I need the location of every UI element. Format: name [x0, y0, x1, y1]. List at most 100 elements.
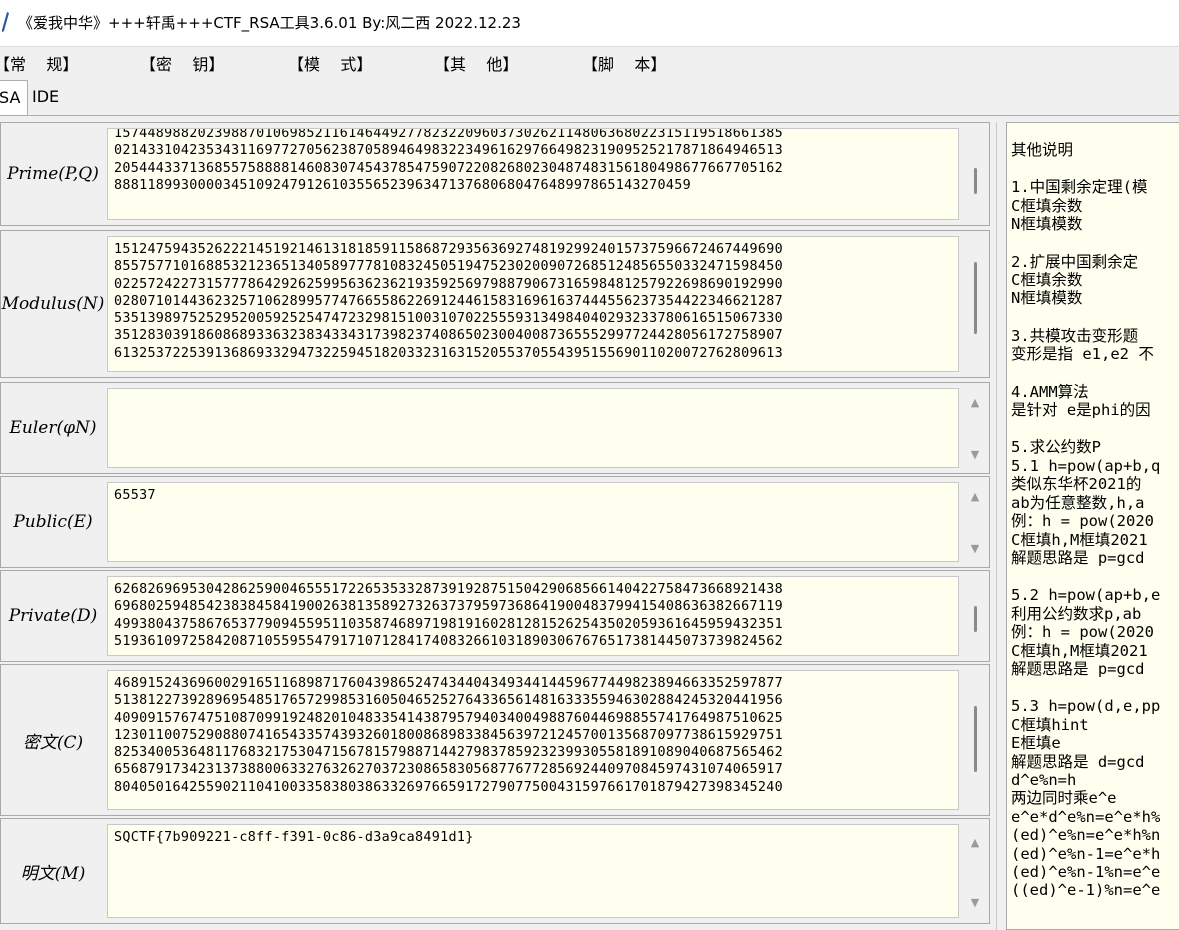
modulus-label: Modulus(N): [1, 294, 105, 314]
plain-label: 明文(M): [20, 863, 86, 884]
notes-line: N框填模数: [1011, 215, 1083, 234]
public-label: Public(E): [13, 512, 93, 532]
notes-line: 是针对 e是phi的因: [1011, 401, 1151, 420]
menu-mode[interactable]: 【模 式】: [288, 51, 372, 75]
euler-scrollbar[interactable]: ▲ ▼: [963, 388, 987, 468]
notes-line: 5.1 h=pow(ap+b,q: [1011, 456, 1161, 475]
modulus-scrollbar[interactable]: [963, 236, 987, 372]
notes-line: 4.AMM算法: [1011, 382, 1089, 401]
notes-line: (ed)^e%n-1=e^e*h: [1011, 844, 1161, 863]
euler-label: Euler(φN): [9, 418, 97, 438]
notes-blank-line: [1011, 308, 1160, 327]
notes-line: 变形是指 e1,e2 不: [1011, 345, 1154, 364]
tab-rsa[interactable]: SA: [0, 80, 28, 116]
private-row: Private(D) 62682696953042862590046555172…: [0, 570, 990, 662]
notes-panel[interactable]: 其他说明 1.中国剩余定理(模 C框填余数 N框填模数 2.扩展中国剩余定 C框填余数 N框…: [1006, 122, 1179, 930]
notes-line: 1.中国剩余定理(模: [1011, 178, 1148, 197]
plain-scroll-up-icon[interactable]: ▲: [968, 837, 982, 848]
plain-value: SQCTF{7b909221-c8ff-f391-0c86-d3a9ca8491…: [114, 830, 474, 845]
notes-line: C框填h,M框填2021: [1011, 641, 1148, 660]
title-bar: 《爱我中华》+++轩禹+++CTF_RSA工具3.6.01 By:风二西 202…: [0, 0, 1179, 46]
notes-line: C框填余数: [1011, 196, 1083, 215]
private-field[interactable]: 6268269695304286259004655517226535332873…: [107, 576, 959, 656]
notes-line: e^e*d^e%n=e^e*h%: [1011, 807, 1161, 826]
cipher-label: 密文(C): [22, 732, 84, 753]
euler-scroll-down-icon[interactable]: ▼: [968, 449, 982, 460]
notes-line: 2.扩展中国剩余定: [1011, 252, 1139, 271]
tab-ide[interactable]: IDE: [28, 84, 68, 112]
euler-scroll-up-icon[interactable]: ▲: [968, 397, 982, 408]
notes-line: 5.3 h=pow(d,e,pp: [1011, 697, 1161, 716]
modulus-field[interactable]: 1512475943526222145192146131818591158687…: [107, 236, 959, 372]
notes-blank-line: [1011, 678, 1160, 697]
menu-bar: 【常 规】 【密 钥】 【模 式】 【其 他】 【脚 本】: [0, 46, 1179, 77]
public-field[interactable]: 65537: [107, 482, 959, 562]
private-scroll-thumb[interactable]: [974, 606, 977, 632]
plain-field[interactable]: SQCTF{7b909221-c8ff-f391-0c86-d3a9ca8491…: [107, 824, 959, 918]
notes-blank-line: [1011, 567, 1160, 586]
modulus-scroll-thumb[interactable]: [974, 262, 977, 334]
modulus-value: 1512475943526222145192146131818591158687…: [114, 242, 783, 361]
notes-line: 利用公约数求p,ab: [1011, 604, 1142, 623]
notes-line: ((ed)^e-1)%n=e^e: [1011, 881, 1161, 900]
notes-line: ab为任意整数,h,a: [1011, 493, 1145, 512]
public-scrollbar[interactable]: ▲ ▼: [963, 482, 987, 562]
notes-line: 其他说明: [1011, 141, 1074, 159]
app-icon: [2, 12, 9, 32]
private-label: Private(D): [8, 606, 98, 626]
prime-scrollbar[interactable]: [963, 128, 987, 220]
menu-key[interactable]: 【密 钥】: [140, 51, 224, 75]
plain-row: 明文(M) SQCTF{7b909221-c8ff-f391-0c86-d3a9…: [0, 818, 990, 924]
notes-line: 类似东华杯2021的: [1011, 475, 1142, 494]
notes-line: C框填余数: [1011, 271, 1083, 290]
modulus-row: Modulus(N) 15124759435262221451921461318…: [0, 230, 990, 378]
notes-line: 例：h = pow(2020: [1011, 512, 1154, 531]
euler-value: [108, 389, 958, 397]
public-value: 65537: [114, 488, 156, 503]
notes-line: 3.共模攻击变形题: [1011, 326, 1139, 345]
prime-value: 1574489882023988701069852116146449277823…: [114, 128, 783, 193]
prime-field[interactable]: 1574489882023988701069852116146449277823…: [107, 128, 959, 220]
public-scroll-down-icon[interactable]: ▼: [968, 543, 982, 554]
menu-script[interactable]: 【脚 本】: [582, 51, 666, 75]
menu-other[interactable]: 【其 他】: [434, 51, 518, 75]
notes-line: (ed)^e%n-1%n=e^e: [1011, 863, 1161, 881]
euler-row: Euler(φN) ▲ ▼: [0, 382, 990, 474]
menu-general[interactable]: 【常 规】: [0, 51, 78, 75]
notes-blank-line: [1011, 234, 1160, 253]
notes-blank-line: [1011, 159, 1160, 178]
private-scrollbar[interactable]: [963, 576, 987, 656]
plain-scrollbar[interactable]: ▲ ▼: [963, 824, 987, 918]
notes-blank-line: [1011, 364, 1160, 383]
public-scroll-up-icon[interactable]: ▲: [968, 491, 982, 502]
notes-line: 两边同时乘e^e: [1011, 789, 1117, 808]
notes-divider: [996, 122, 997, 930]
notes-line: d^e%n=h: [1011, 770, 1077, 789]
plain-scroll-down-icon[interactable]: ▼: [968, 897, 982, 908]
notes-line: C框填hint: [1011, 715, 1089, 734]
window-title: 《爱我中华》+++轩禹+++CTF_RSA工具3.6.01 By:风二西 202…: [18, 14, 521, 32]
tab-strip: SA IDE: [0, 76, 1179, 116]
euler-field[interactable]: [107, 388, 959, 468]
cipher-scroll-thumb[interactable]: [974, 706, 977, 772]
notes-line: 解题思路是 p=gcd: [1011, 548, 1145, 567]
notes-line: 5.2 h=pow(ap+b,e: [1011, 586, 1161, 605]
notes-line: (ed)^e%n=e^e*h%n: [1011, 826, 1161, 845]
notes-line: 例：h = pow(2020: [1011, 623, 1154, 642]
tab-panel-border: [0, 115, 1179, 116]
cipher-value: 4689152436960029165116898717604398652474…: [114, 676, 783, 795]
notes-line: E框填e: [1011, 734, 1061, 753]
notes-line: C框填h,M框填2021: [1011, 530, 1148, 549]
private-value: 6268269695304286259004655517226535332873…: [114, 582, 783, 649]
prime-row: Prime(P,Q) 15744898820239887010698521161…: [0, 122, 990, 226]
notes-line: 解题思路是 p=gcd: [1011, 659, 1145, 678]
cipher-field[interactable]: 4689152436960029165116898717604398652474…: [107, 670, 959, 810]
notes-text: 其他说明 1.中国剩余定理(模 C框填余数 N框填模数 2.扩展中国剩余定 C框填余数 N框…: [1011, 141, 1160, 900]
prime-label: Prime(P,Q): [7, 164, 99, 184]
notes-line: 解题思路是 d=gcd: [1011, 752, 1145, 771]
public-row: Public(E) 65537 ▲ ▼: [0, 476, 990, 568]
cipher-scrollbar[interactable]: [963, 670, 987, 810]
notes-line: 5.求公约数P: [1011, 438, 1101, 457]
prime-scroll-thumb[interactable]: [974, 168, 977, 194]
cipher-row: 密文(C) 4689152436960029165116898717604398…: [0, 664, 990, 816]
